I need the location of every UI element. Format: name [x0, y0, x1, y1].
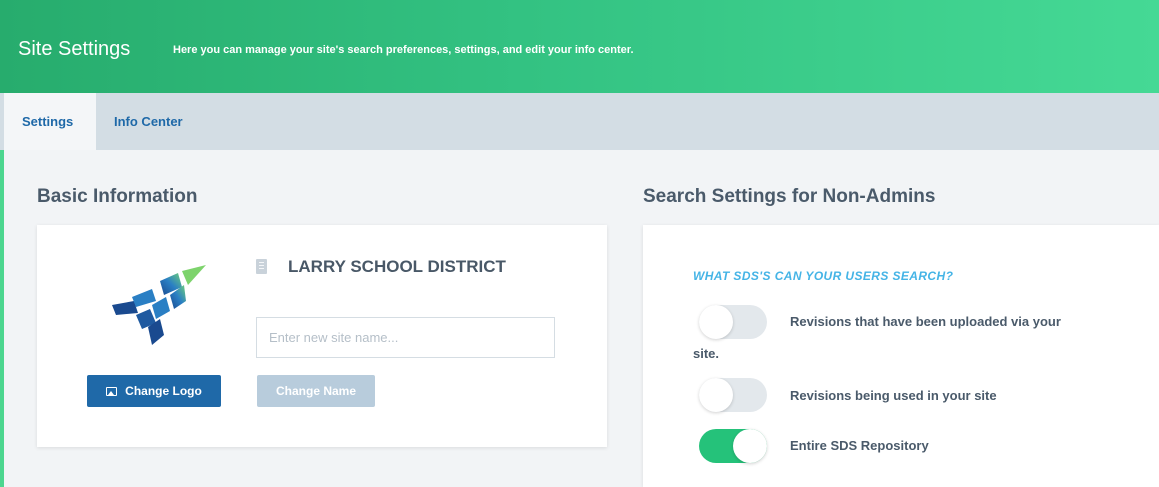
- page-header: Site Settings Here you can manage your s…: [0, 0, 1159, 93]
- search-question: WHAT SDS'S CAN YOUR USERS SEARCH?: [693, 269, 954, 283]
- tab-bar: Settings Info Center: [0, 93, 1159, 150]
- toggle-knob: [699, 305, 733, 339]
- option-uploaded-label: Revisions that have been uploaded via yo…: [790, 314, 1061, 329]
- toggle-entire-repository[interactable]: [699, 429, 767, 463]
- toggle-uploaded-revisions[interactable]: [699, 305, 767, 339]
- search-settings-heading: Search Settings for Non-Admins: [643, 186, 936, 207]
- tab-settings[interactable]: Settings: [4, 93, 96, 150]
- search-settings-card: WHAT SDS'S CAN YOUR USERS SEARCH? Revisi…: [643, 225, 1159, 487]
- toggle-used-revisions[interactable]: [699, 378, 767, 412]
- district-name: LARRY SCHOOL DISTRICT: [288, 257, 506, 276]
- toggle-knob: [733, 429, 767, 463]
- option-entire-label: Entire SDS Repository: [790, 438, 929, 453]
- page-subtitle: Here you can manage your site's search p…: [173, 44, 634, 56]
- building-icon: [256, 259, 267, 274]
- toggle-knob: [699, 378, 733, 412]
- tab-info-center[interactable]: Info Center: [96, 93, 201, 150]
- basic-information-card: LARRY SCHOOL DISTRICT Change Logo Change…: [37, 225, 607, 447]
- change-logo-label: Change Logo: [125, 384, 202, 398]
- basic-information-heading: Basic Information: [37, 186, 198, 207]
- change-name-button[interactable]: Change Name: [257, 375, 375, 407]
- option-uploaded-label-continued: site.: [693, 346, 720, 361]
- site-name-input[interactable]: [256, 317, 555, 358]
- option-used-label: Revisions being used in your site: [790, 388, 997, 403]
- page-title: Site Settings: [18, 38, 131, 60]
- image-icon: [106, 387, 118, 397]
- change-logo-button[interactable]: Change Logo: [87, 375, 221, 407]
- district-logo: [112, 265, 206, 345]
